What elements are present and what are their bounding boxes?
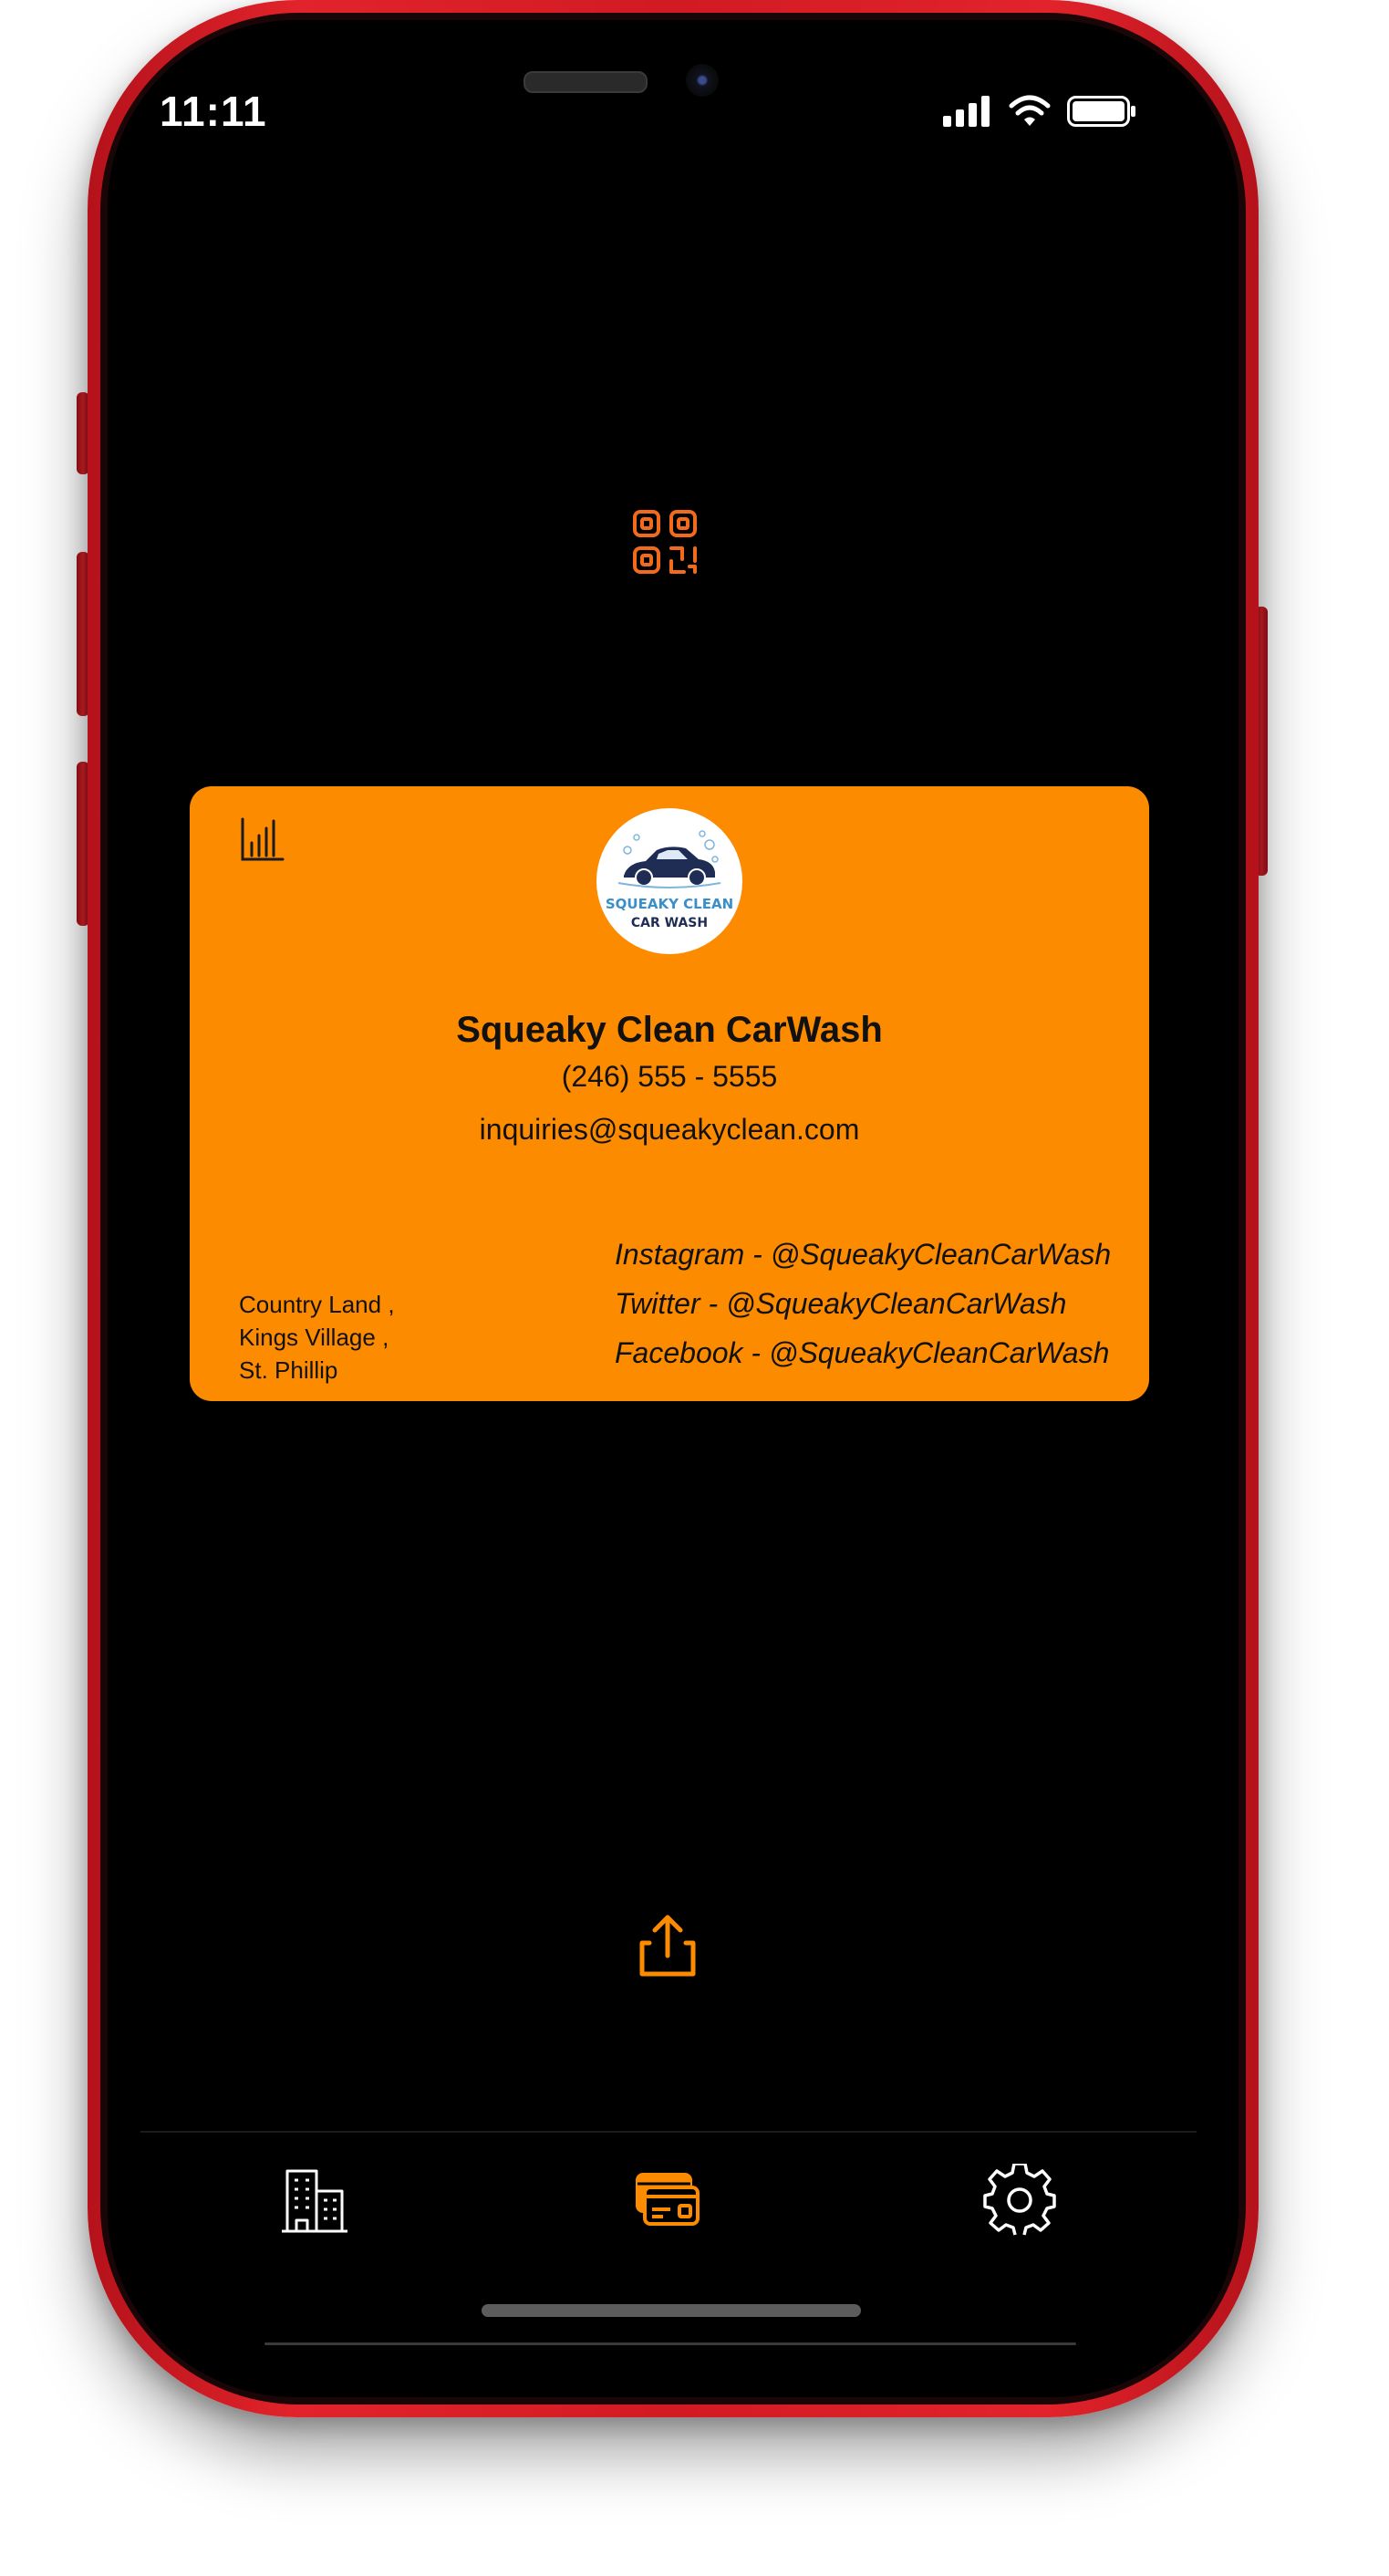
- tab-business-cards[interactable]: [621, 2155, 712, 2246]
- address-line-3: St. Phillip: [239, 1356, 338, 1384]
- mockup-stage: 11:11 SQUEAKY CLEAN CAR WASH Squeaky Cle…: [0, 0, 1389, 2576]
- tab-companies[interactable]: [269, 2155, 360, 2246]
- buildings-icon: [282, 2169, 347, 2233]
- business-card[interactable]: SQUEAKY CLEAN CAR WASH Squeaky Clean Car…: [190, 786, 1149, 1401]
- cellular-signal-icon: [943, 96, 990, 127]
- business-logo: SQUEAKY CLEAN CAR WASH: [596, 808, 742, 954]
- tab-bar-divider: [140, 2131, 1197, 2133]
- facebook-link[interactable]: Facebook - @SqueakyCleanCarWash: [615, 1328, 1111, 1377]
- business-address: Country Land , Kings Village , St. Phill…: [239, 1288, 395, 1387]
- status-time: 11:11: [160, 88, 267, 135]
- logo-text-top: SQUEAKY CLEAN: [605, 896, 734, 912]
- qr-code-button[interactable]: [629, 506, 700, 577]
- share-button[interactable]: [631, 1910, 704, 1983]
- tab-settings[interactable]: [974, 2155, 1065, 2246]
- business-email[interactable]: inquiries@squeakyclean.com: [190, 1113, 1149, 1147]
- business-phone[interactable]: (246) 555 - 5555: [190, 1060, 1149, 1094]
- business-name: Squeaky Clean CarWash: [456, 1010, 883, 1050]
- front-camera: [686, 64, 719, 97]
- home-indicator[interactable]: [482, 2304, 861, 2317]
- instagram-link[interactable]: Instagram - @SqueakyCleanCarWash: [615, 1230, 1111, 1279]
- car-wash-logo-graphic: [617, 830, 721, 888]
- settings-gear-icon: [983, 2162, 1056, 2236]
- qr-code-icon: [633, 510, 697, 574]
- bar-chart-icon: [241, 817, 285, 861]
- screen-bottom-edge: [264, 2342, 1076, 2345]
- analytics-button[interactable]: [239, 815, 286, 863]
- business-cards-icon: [636, 2173, 700, 2226]
- address-line-1: Country Land ,: [239, 1291, 395, 1318]
- twitter-link[interactable]: Twitter - @SqueakyCleanCarWash: [615, 1279, 1111, 1328]
- share-icon: [639, 1915, 696, 1977]
- address-line-2: Kings Village ,: [239, 1324, 389, 1351]
- wifi-icon: [1009, 95, 1051, 126]
- logo-text-bottom: CAR WASH: [630, 916, 709, 930]
- earpiece-speaker: [523, 71, 648, 93]
- battery-icon: [1067, 96, 1135, 127]
- social-links: Instagram - @SqueakyCleanCarWash Twitter…: [615, 1230, 1111, 1377]
- status-icons: [943, 95, 1136, 128]
